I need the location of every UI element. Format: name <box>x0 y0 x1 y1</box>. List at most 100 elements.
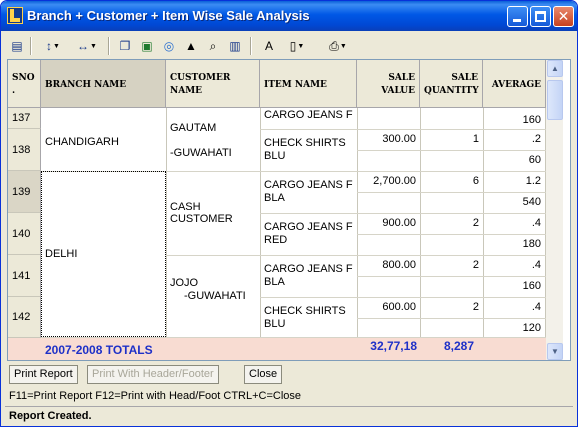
row-number-140[interactable]: 140 <box>8 213 41 255</box>
status-bar: Report Created. <box>5 406 573 424</box>
average-cell[interactable]: .4 <box>483 259 545 272</box>
close-button[interactable]: Close <box>244 365 283 384</box>
average-cell[interactable]: 1.2 <box>483 175 545 188</box>
minimize-button[interactable] <box>507 6 528 27</box>
maximize-icon <box>535 11 546 22</box>
item-cell[interactable]: CHECK SHIRTS <box>260 137 350 150</box>
sale-quantity-cell[interactable]: 1 <box>420 133 483 146</box>
header-item-name[interactable]: ITEM NAME <box>260 60 357 108</box>
header-sale-quantity[interactable]: SALE QUANTITY <box>420 60 483 108</box>
chart-icon[interactable]: ▥ <box>226 37 244 55</box>
row-number-138[interactable]: 138 <box>8 129 41 171</box>
customer-cell[interactable]: GAUTAM <box>166 122 220 135</box>
grid-line <box>166 255 546 256</box>
row-number-141[interactable]: 141 <box>8 255 41 297</box>
item-cell[interactable]: BLU <box>260 318 289 331</box>
grid-line <box>260 297 546 298</box>
average-cell[interactable]: 160 <box>483 280 545 293</box>
total-sale-value: 32,77,18 <box>370 339 417 353</box>
maximize-button[interactable] <box>530 6 551 27</box>
report-window: Branch + Customer + Item Wise Sale Analy… <box>0 0 578 427</box>
title-bar[interactable]: Branch + Customer + Item Wise Sale Analy… <box>1 1 577 31</box>
sale-value-cell[interactable]: 800.00 <box>357 259 420 272</box>
excel-icon[interactable]: ▣ <box>138 37 156 55</box>
item-cell[interactable]: CARGO JEANS F <box>260 179 357 192</box>
row-number-137[interactable]: 137 <box>8 108 41 129</box>
customer-cell[interactable]: -GUWAHATI <box>180 290 250 303</box>
item-cell[interactable]: BLU <box>260 150 289 163</box>
scroll-up-icon[interactable]: ▲ <box>547 60 563 77</box>
item-cell[interactable]: CARGO JEANS F <box>260 109 357 122</box>
average-cell[interactable]: 120 <box>483 322 545 335</box>
header-sno[interactable]: SNO. <box>8 60 41 108</box>
toolbar: ▤ ↕ ▼ ↔ ▼ ❐ ▣ ◎ ▲ ⌕ ▥ A ▯ ▼ ⎙ ▼ <box>4 34 574 59</box>
item-cell[interactable]: CARGO JEANS F <box>260 263 357 276</box>
item-cell[interactable]: BLA <box>260 192 289 205</box>
font-icon[interactable]: A <box>260 37 278 55</box>
minimize-icon <box>513 19 521 22</box>
grid-line <box>357 150 546 151</box>
average-cell[interactable]: 160 <box>483 114 545 127</box>
toolbar-separator <box>30 37 32 55</box>
sale-value-cell[interactable]: 300.00 <box>357 133 420 146</box>
row-number-139[interactable]: 139 <box>8 171 41 213</box>
printer-icon[interactable]: ⎙ ▼ <box>322 37 354 55</box>
sale-quantity-cell[interactable]: 6 <box>420 175 483 188</box>
scroll-thumb[interactable] <box>547 80 563 120</box>
find-icon[interactable]: ⌕ <box>204 37 222 55</box>
average-cell[interactable]: .2 <box>483 133 545 146</box>
average-cell[interactable]: 60 <box>483 154 545 167</box>
average-cell[interactable]: 540 <box>483 196 545 209</box>
average-cell[interactable]: 180 <box>483 238 545 251</box>
totals-label: 2007-2008 TOTALS <box>45 343 153 357</box>
copy-icon[interactable]: ❐ <box>116 37 134 55</box>
shortcut-hint: F11=Print Report F12=Print with Head/Foo… <box>9 390 302 402</box>
sale-value-cell[interactable]: 900.00 <box>357 217 420 230</box>
sale-value-cell[interactable]: 600.00 <box>357 301 420 314</box>
status-text: Report Created. <box>9 410 92 422</box>
up-arrow-icon[interactable]: ▲ <box>182 37 200 55</box>
scroll-down-icon[interactable]: ▼ <box>547 343 563 360</box>
sale-quantity-cell[interactable]: 2 <box>420 301 483 314</box>
report-grid[interactable]: SNO. BRANCH NAME CUSTOMER NAME ITEM NAME … <box>7 59 571 361</box>
average-cell[interactable]: .4 <box>483 301 545 314</box>
sale-quantity-cell[interactable]: 2 <box>420 259 483 272</box>
browser-icon[interactable]: ◎ <box>160 37 178 55</box>
window-title: Branch + Customer + Item Wise Sale Analy… <box>27 8 310 23</box>
total-sale-quantity: 8,287 <box>443 339 474 353</box>
branch-cell[interactable]: DELHI <box>41 248 81 261</box>
item-cell[interactable]: RED <box>260 234 291 247</box>
close-window-button[interactable]: ✕ <box>553 6 574 27</box>
column-width-icon[interactable]: ↔ ▼ <box>72 37 102 55</box>
item-cell[interactable]: BLA <box>260 276 289 289</box>
grid-line <box>357 234 546 235</box>
print-setup-icon[interactable]: ▤ <box>8 37 26 55</box>
row-number-142[interactable]: 142 <box>8 297 41 338</box>
toolbar-separator <box>250 37 252 55</box>
branch-cell[interactable]: CHANDIGARH <box>41 136 123 149</box>
grid-line <box>357 318 546 319</box>
grid-line <box>357 192 546 193</box>
grid-line <box>260 213 546 214</box>
item-cell[interactable]: CARGO JEANS F <box>260 221 357 234</box>
totals-row: 2007-2008 TOTALS 32,77,18 8,287 <box>8 338 546 360</box>
grid-line <box>357 276 546 277</box>
app-icon <box>7 7 23 24</box>
average-cell[interactable]: .4 <box>483 217 545 230</box>
header-average[interactable]: AVERAGE <box>483 60 546 108</box>
print-with-header-footer-button[interactable]: Print With Header/Footer <box>87 365 219 384</box>
sale-value-cell[interactable]: 2,700.00 <box>357 175 420 188</box>
header-sale-value[interactable]: SALE VALUE <box>357 60 420 108</box>
sale-quantity-cell[interactable]: 2 <box>420 217 483 230</box>
header-customer-name[interactable]: CUSTOMER NAME <box>166 60 260 108</box>
print-report-button[interactable]: Print Report <box>9 365 78 384</box>
sort-icon[interactable]: ↕ ▼ <box>38 37 68 55</box>
customer-cell[interactable]: CUSTOMER <box>166 213 237 226</box>
item-cell[interactable]: CHECK SHIRTS <box>260 305 350 318</box>
print-preview-icon[interactable]: ▯ ▼ <box>282 37 312 55</box>
header-branch-name[interactable]: BRANCH NAME <box>41 60 166 108</box>
customer-cell[interactable]: JOJO <box>166 277 202 290</box>
toolbar-separator <box>108 37 110 55</box>
vertical-scrollbar[interactable]: ▲ ▼ <box>546 60 563 360</box>
customer-cell[interactable]: -GUWAHATI <box>166 147 236 160</box>
